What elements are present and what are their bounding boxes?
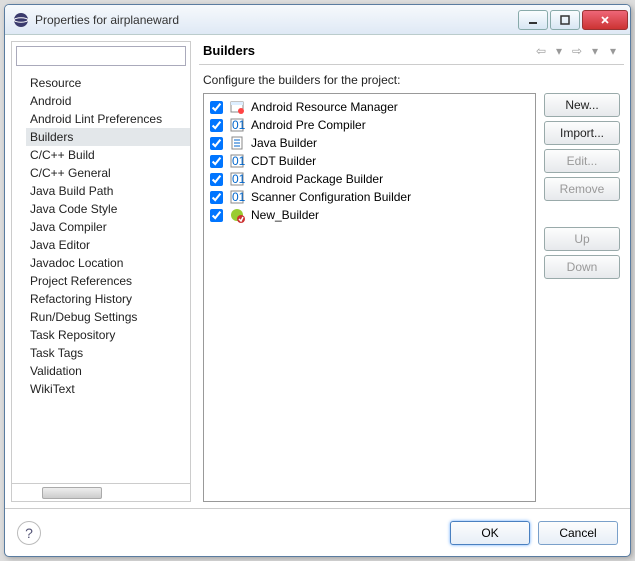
eclipse-icon <box>13 12 29 28</box>
tree-item[interactable]: Java Compiler <box>26 218 190 236</box>
builder-row[interactable]: 010 Android Pre Compiler <box>208 116 531 134</box>
tree-item[interactable]: Run/Debug Settings <box>26 308 190 326</box>
builder-checkbox[interactable] <box>210 209 223 222</box>
up-button[interactable]: Up <box>544 227 620 251</box>
builder-label: Java Builder <box>251 136 317 150</box>
tree-item[interactable]: Builders <box>26 128 190 146</box>
window-title: Properties for airplaneward <box>35 13 518 27</box>
builders-list[interactable]: Android Resource Manager 010 Android Pre C… <box>203 93 536 502</box>
remove-button[interactable]: Remove <box>544 177 620 201</box>
builder-checkbox[interactable] <box>210 119 223 132</box>
forward-button[interactable]: ⇨ <box>570 44 584 58</box>
tree-item[interactable]: C/C++ General <box>26 164 190 182</box>
cancel-button[interactable]: Cancel <box>538 521 618 545</box>
builder-icon: 010 <box>229 117 245 133</box>
tree-item[interactable]: Android Lint Preferences <box>26 110 190 128</box>
builder-row[interactable]: 010 Scanner Configuration Builder <box>208 188 531 206</box>
builder-checkbox[interactable] <box>210 137 223 150</box>
category-tree[interactable]: ResourceAndroidAndroid Lint PreferencesB… <box>12 70 190 483</box>
filter-input[interactable] <box>17 47 185 65</box>
new-button[interactable]: New... <box>544 93 620 117</box>
builder-label: Android Resource Manager <box>251 100 398 114</box>
builder-label: Android Package Builder <box>251 172 383 186</box>
builder-checkbox[interactable] <box>210 191 223 204</box>
menu-button[interactable]: ▾ <box>606 44 620 58</box>
tree-item[interactable]: Resource <box>26 74 190 92</box>
builder-icon <box>229 99 245 115</box>
page-panel: Builders ⇦ ▾ ⇨ ▾ ▾ Configure the builder… <box>199 41 624 502</box>
properties-dialog: Properties for airplaneward ResourceAndr… <box>4 4 631 557</box>
chevron-down-icon[interactable]: ▾ <box>588 44 602 58</box>
horizontal-scrollbar[interactable] <box>12 483 190 501</box>
svg-text:010: 010 <box>232 118 245 132</box>
tree-item[interactable]: Refactoring History <box>26 290 190 308</box>
tree-item[interactable]: C/C++ Build <box>26 146 190 164</box>
builder-label: Android Pre Compiler <box>251 118 366 132</box>
nav-panel: ResourceAndroidAndroid Lint PreferencesB… <box>11 41 191 502</box>
page-description: Configure the builders for the project: <box>199 65 624 93</box>
close-button[interactable] <box>582 10 628 30</box>
back-button[interactable]: ⇦ <box>534 44 548 58</box>
builder-label: New_Builder <box>251 208 319 222</box>
builder-icon <box>229 135 245 151</box>
help-button[interactable]: ? <box>17 521 41 545</box>
builder-row[interactable]: 010 Android Package Builder <box>208 170 531 188</box>
down-button[interactable]: Down <box>544 255 620 279</box>
builder-checkbox[interactable] <box>210 173 223 186</box>
builder-icon: 010 <box>229 171 245 187</box>
svg-text:010: 010 <box>232 172 245 186</box>
tree-item[interactable]: Project References <box>26 272 190 290</box>
maximize-button[interactable] <box>550 10 580 30</box>
builder-label: CDT Builder <box>251 154 316 168</box>
builder-row[interactable]: New_Builder <box>208 206 531 224</box>
tree-item[interactable]: Task Tags <box>26 344 190 362</box>
titlebar: Properties for airplaneward <box>5 5 630 35</box>
builder-row[interactable]: Android Resource Manager <box>208 98 531 116</box>
tree-item[interactable]: Javadoc Location <box>26 254 190 272</box>
svg-text:010: 010 <box>232 154 245 168</box>
button-bar: New... Import... Edit... Remove Up Down <box>544 93 620 502</box>
tree-item[interactable]: Task Repository <box>26 326 190 344</box>
builder-checkbox[interactable] <box>210 101 223 114</box>
tree-item[interactable]: Android <box>26 92 190 110</box>
builder-icon <box>229 207 245 223</box>
chevron-down-icon[interactable]: ▾ <box>552 44 566 58</box>
builder-icon: 010 <box>229 153 245 169</box>
builder-label: Scanner Configuration Builder <box>251 190 411 204</box>
builder-icon: 010 <box>229 189 245 205</box>
import-button[interactable]: Import... <box>544 121 620 145</box>
builder-checkbox[interactable] <box>210 155 223 168</box>
tree-item[interactable]: WikiText <box>26 380 190 398</box>
ok-button[interactable]: OK <box>450 521 530 545</box>
builder-row[interactable]: Java Builder <box>208 134 531 152</box>
tree-item[interactable]: Validation <box>26 362 190 380</box>
page-title: Builders <box>203 43 255 58</box>
filter-box <box>16 46 186 66</box>
svg-text:010: 010 <box>232 190 245 204</box>
dialog-footer: ? OK Cancel <box>5 508 630 556</box>
edit-button[interactable]: Edit... <box>544 149 620 173</box>
builder-row[interactable]: 010 CDT Builder <box>208 152 531 170</box>
tree-item[interactable]: Java Code Style <box>26 200 190 218</box>
tree-item[interactable]: Java Build Path <box>26 182 190 200</box>
tree-item[interactable]: Java Editor <box>26 236 190 254</box>
minimize-button[interactable] <box>518 10 548 30</box>
